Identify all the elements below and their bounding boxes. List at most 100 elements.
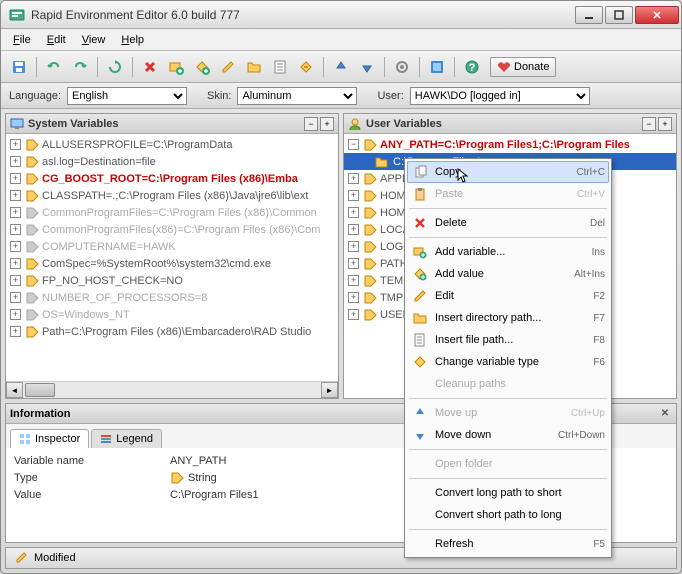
insert-file-icon[interactable] bbox=[268, 55, 292, 79]
menu-item-copy[interactable]: Copy Ctrl+C bbox=[407, 161, 609, 183]
menu-item-refresh[interactable]: Refresh F5 bbox=[407, 533, 609, 555]
menu-edit[interactable]: Edit bbox=[41, 32, 72, 48]
redo-icon[interactable] bbox=[68, 55, 92, 79]
tree-row[interactable]: + COMPUTERNAME=HAWK bbox=[6, 238, 338, 255]
context-menu: Copy Ctrl+C Paste Ctrl+V Delete Del Add … bbox=[404, 158, 612, 558]
add-var-icon[interactable] bbox=[164, 55, 188, 79]
menu-item-add-variable-[interactable]: Add variable... Ins bbox=[407, 241, 609, 263]
expander-icon[interactable]: + bbox=[10, 326, 21, 337]
menu-item-insert-file-path-[interactable]: Insert file path... F8 bbox=[407, 329, 609, 351]
menu-item-convert-short-path-to-long[interactable]: Convert short path to long bbox=[407, 504, 609, 526]
menu-file[interactable]: File bbox=[7, 32, 37, 48]
tree-row[interactable]: + CG_BOOST_ROOT=C:\Program Files (x86)\E… bbox=[6, 170, 338, 187]
menu-help[interactable]: Help bbox=[115, 32, 150, 48]
tab-inspector[interactable]: Inspector bbox=[10, 429, 89, 448]
move-up-icon[interactable] bbox=[329, 55, 353, 79]
collapse-button[interactable]: − bbox=[304, 117, 318, 131]
tree-row[interactable]: + Path=C:\Program Files (x86)\Embarcader… bbox=[6, 323, 338, 340]
expander-icon[interactable]: + bbox=[10, 173, 21, 184]
expander-icon[interactable]: + bbox=[348, 258, 359, 269]
expander-icon[interactable]: + bbox=[348, 275, 359, 286]
tree-row[interactable]: + OS=Windows_NT bbox=[6, 306, 338, 323]
user-pane-title: User Variables bbox=[348, 117, 642, 131]
skin-select[interactable]: Aluminum bbox=[237, 87, 357, 105]
undo-icon[interactable] bbox=[42, 55, 66, 79]
tag-icon bbox=[25, 308, 39, 322]
expander-icon[interactable]: + bbox=[10, 258, 21, 269]
expander-icon[interactable]: + bbox=[348, 190, 359, 201]
menu-item-delete[interactable]: Delete Del bbox=[407, 212, 609, 234]
tree-row[interactable]: + CLASSPATH=.;C:\Program Files (x86)\Jav… bbox=[6, 187, 338, 204]
tree-row[interactable]: + NUMBER_OF_PROCESSORS=8 bbox=[6, 289, 338, 306]
expander-icon[interactable]: + bbox=[10, 207, 21, 218]
system-tree[interactable]: + ALLUSERSPROFILE=C:\ProgramData+ asl.lo… bbox=[6, 134, 338, 381]
delete-icon bbox=[411, 216, 429, 230]
expander-icon[interactable]: + bbox=[348, 309, 359, 320]
menu-item-add-value[interactable]: Add value Alt+Ins bbox=[407, 263, 609, 285]
menu-item-edit[interactable]: Edit F2 bbox=[407, 285, 609, 307]
tree-row[interactable]: − ANY_PATH=C:\Program Files1;C:\Program … bbox=[344, 136, 676, 153]
add-var-icon bbox=[411, 245, 429, 259]
options-bar: Language: English Skin: Aluminum User: H… bbox=[1, 83, 681, 109]
tree-row[interactable]: + ComSpec=%SystemRoot%\system32\cmd.exe bbox=[6, 255, 338, 272]
language-select[interactable]: English bbox=[67, 87, 187, 105]
expander-icon[interactable]: + bbox=[348, 173, 359, 184]
save-icon[interactable] bbox=[7, 55, 31, 79]
donate-button[interactable]: Donate bbox=[490, 57, 556, 77]
change-type-icon[interactable] bbox=[294, 55, 318, 79]
refresh-icon[interactable] bbox=[103, 55, 127, 79]
menu-item-paste: Paste Ctrl+V bbox=[407, 183, 609, 205]
horizontal-scrollbar[interactable]: ◄ ► bbox=[6, 381, 338, 398]
backup-icon[interactable] bbox=[425, 55, 449, 79]
legend-icon bbox=[100, 433, 112, 445]
minimize-button[interactable] bbox=[575, 6, 603, 24]
delete-icon[interactable] bbox=[138, 55, 162, 79]
user-select[interactable]: HAWK\DO [logged in] bbox=[410, 87, 590, 105]
expander-icon[interactable]: + bbox=[10, 292, 21, 303]
add-val-icon[interactable] bbox=[190, 55, 214, 79]
move-down-icon[interactable] bbox=[355, 55, 379, 79]
tree-row[interactable]: + CommonProgramFiles=C:\Program Files (x… bbox=[6, 204, 338, 221]
tree-row[interactable]: + FP_NO_HOST_CHECK=NO bbox=[6, 272, 338, 289]
expander-icon[interactable]: + bbox=[10, 241, 21, 252]
expander-icon[interactable]: + bbox=[348, 224, 359, 235]
titlebar[interactable]: Rapid Environment Editor 6.0 build 777 bbox=[1, 1, 681, 29]
type-icon bbox=[411, 355, 429, 369]
settings-icon[interactable] bbox=[390, 55, 414, 79]
tag-icon bbox=[25, 223, 39, 237]
expander-icon[interactable]: + bbox=[348, 292, 359, 303]
close-button[interactable] bbox=[635, 6, 679, 24]
expander-icon[interactable]: + bbox=[10, 190, 21, 201]
expander-icon[interactable]: + bbox=[348, 207, 359, 218]
expand-button[interactable]: + bbox=[658, 117, 672, 131]
collapse-button[interactable]: − bbox=[642, 117, 656, 131]
expander-icon[interactable]: + bbox=[10, 275, 21, 286]
menu-item-move-down[interactable]: Move down Ctrl+Down bbox=[407, 424, 609, 446]
tree-row[interactable]: + ALLUSERSPROFILE=C:\ProgramData bbox=[6, 136, 338, 153]
add-val-icon bbox=[411, 267, 429, 281]
tag-icon bbox=[25, 291, 39, 305]
close-icon[interactable]: ✕ bbox=[658, 407, 672, 421]
insert-dir-icon[interactable] bbox=[242, 55, 266, 79]
menu-item-convert-long-path-to-short[interactable]: Convert long path to short bbox=[407, 482, 609, 504]
menu-item-change-variable-type[interactable]: Change variable type F6 bbox=[407, 351, 609, 373]
expander-icon[interactable]: + bbox=[10, 309, 21, 320]
help-icon[interactable]: ? bbox=[460, 55, 484, 79]
file-icon bbox=[411, 333, 429, 347]
tab-legend[interactable]: Legend bbox=[91, 429, 162, 448]
edit-icon[interactable] bbox=[216, 55, 240, 79]
expander-icon[interactable]: − bbox=[348, 139, 359, 150]
skin-label: Skin: bbox=[207, 90, 231, 102]
tree-row[interactable]: + CommonProgramFiles(x86)=C:\Program Fil… bbox=[6, 221, 338, 238]
expander-icon[interactable]: + bbox=[348, 241, 359, 252]
tag-icon bbox=[25, 274, 39, 288]
tag-icon bbox=[363, 274, 377, 288]
tree-row[interactable]: + asl.log=Destination=file bbox=[6, 153, 338, 170]
expander-icon[interactable]: + bbox=[10, 139, 21, 150]
menu-item-insert-directory-path-[interactable]: Insert directory path... F7 bbox=[407, 307, 609, 329]
expand-button[interactable]: + bbox=[320, 117, 334, 131]
expander-icon[interactable]: + bbox=[10, 224, 21, 235]
menu-view[interactable]: View bbox=[76, 32, 112, 48]
maximize-button[interactable] bbox=[605, 6, 633, 24]
expander-icon[interactable]: + bbox=[10, 156, 21, 167]
